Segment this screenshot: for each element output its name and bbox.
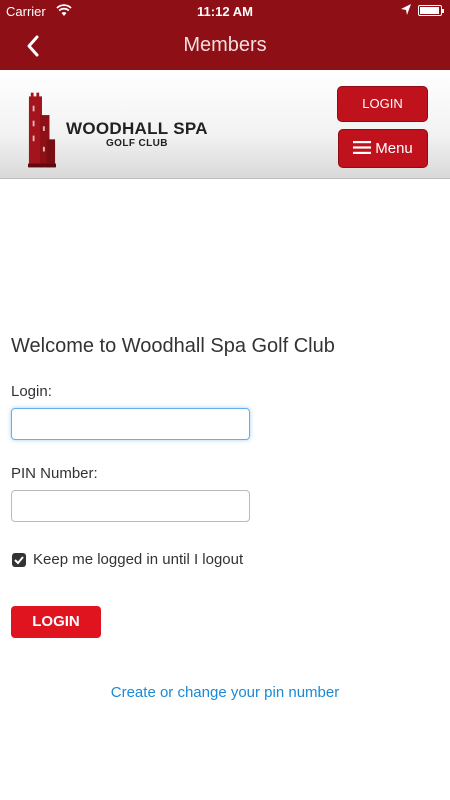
checkmark-icon (14, 556, 24, 565)
pin-input[interactable] (11, 490, 250, 522)
location-icon (400, 3, 412, 20)
login-submit-button[interactable]: LOGIN (11, 606, 101, 638)
logo-subtitle: GOLF CLUB (106, 138, 168, 149)
status-bar: Carrier 11:12 AM (0, 0, 450, 22)
keep-logged-in-label: Keep me logged in until I logout (33, 551, 244, 568)
menu-label: Menu (375, 140, 413, 157)
status-time: 11:12 AM (197, 4, 253, 19)
welcome-heading: Welcome to Woodhall Spa Golf Club (11, 335, 335, 357)
menu-button[interactable]: Menu (338, 129, 428, 168)
nav-title: Members (183, 34, 267, 56)
nav-bar: Members (0, 22, 450, 70)
keep-logged-in-checkbox[interactable] (12, 553, 26, 567)
header-login-button[interactable]: LOGIN (337, 86, 428, 122)
header-login-label: LOGIN (362, 96, 403, 111)
battery-icon (418, 5, 444, 16)
login-field-label: Login: (11, 383, 52, 400)
club-logo-tower (28, 92, 56, 168)
hamburger-icon (353, 141, 372, 154)
create-pin-link[interactable]: Create or change your pin number (0, 684, 450, 701)
login-input[interactable] (11, 408, 250, 440)
club-logo: WOODHALL SPA GOLF CLUB (26, 88, 226, 170)
logo-name: WOODHALL SPA (66, 119, 208, 138)
pin-field-label: PIN Number: (11, 465, 98, 482)
